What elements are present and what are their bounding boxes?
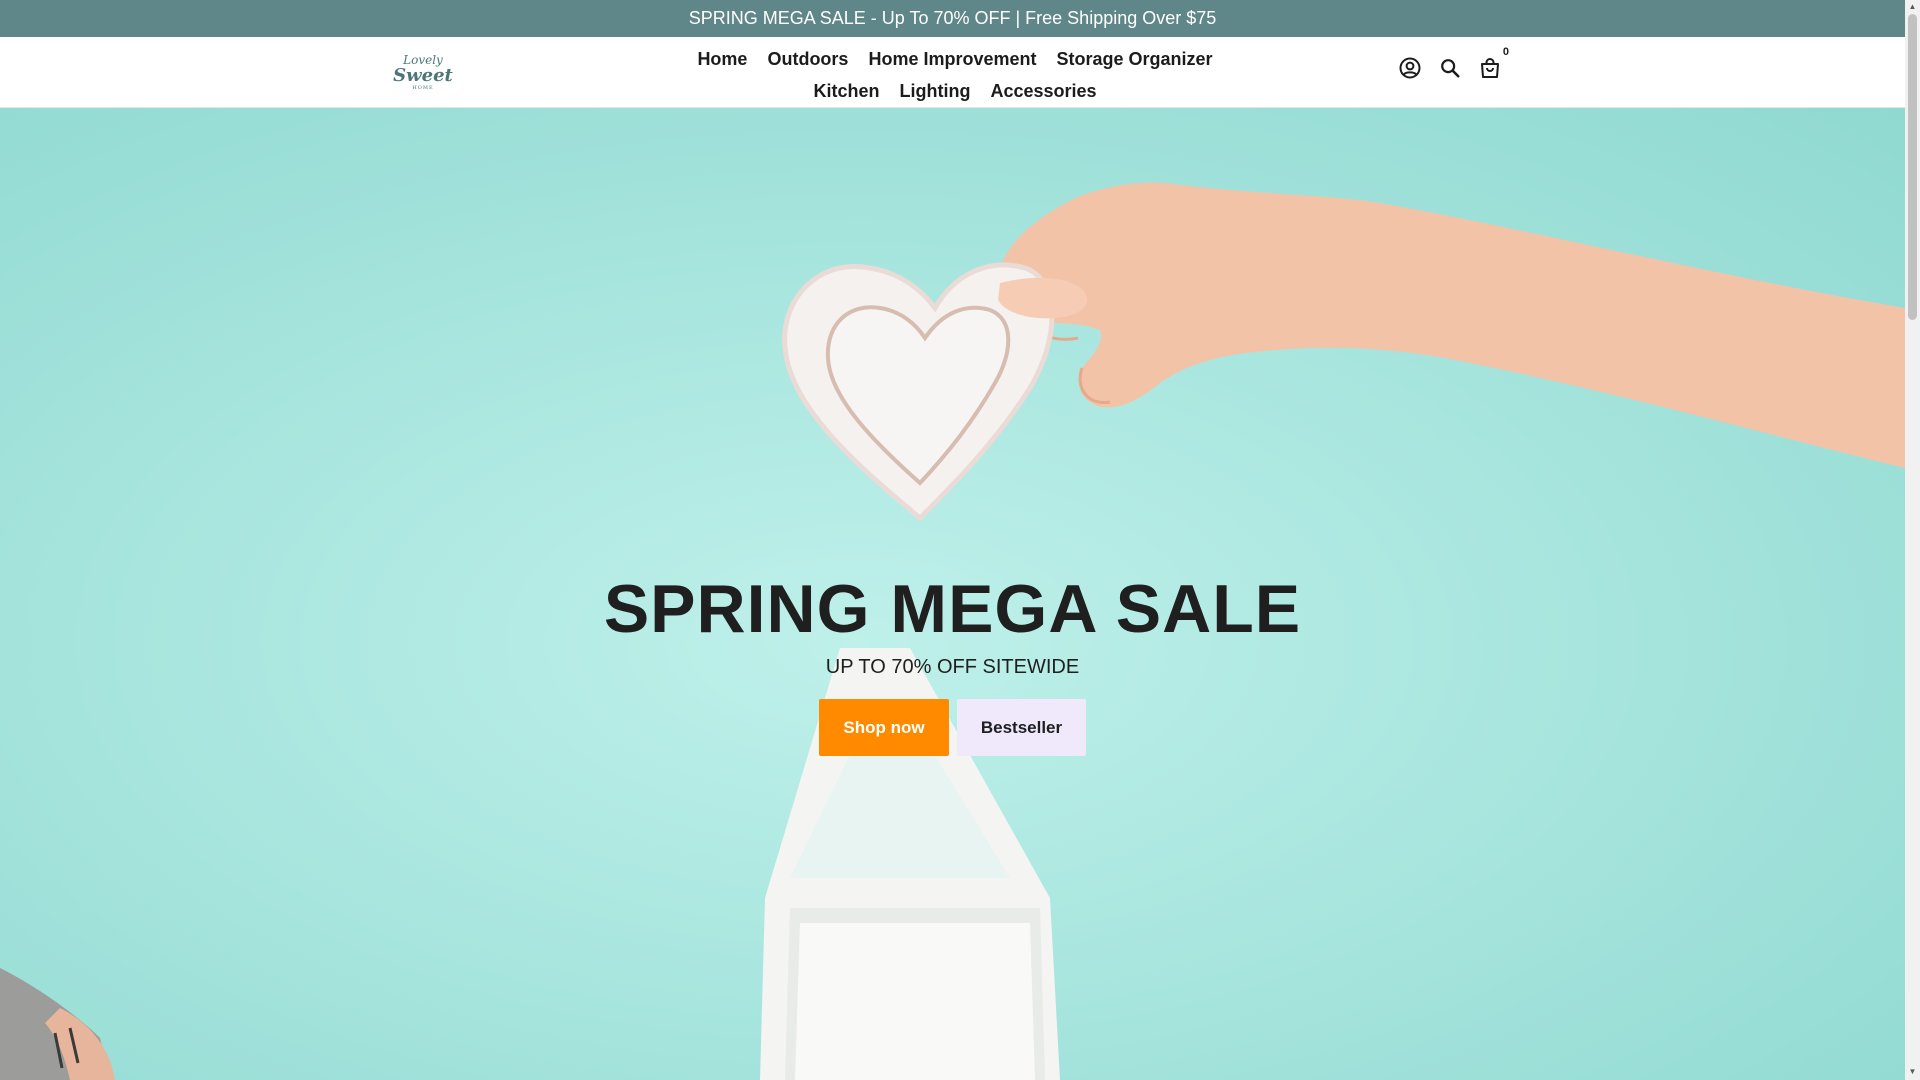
main-nav: Home Outdoors Home Improvement Storage O… xyxy=(620,43,1290,107)
hero-banner: SPRING MEGA SALE UP TO 70% OFF SITEWIDE … xyxy=(0,108,1905,1080)
scroll-down-icon[interactable]: ▼ xyxy=(1908,1067,1917,1077)
nav-row-2: Kitchen Lighting Accessories xyxy=(803,75,1106,107)
scrollbar-thumb[interactable] xyxy=(1908,14,1917,320)
page: SPRING MEGA SALE - Up To 70% OFF | Free … xyxy=(0,0,1920,1080)
nav-item-storage-organizer[interactable]: Storage Organizer xyxy=(1047,49,1223,70)
nav-item-kitchen[interactable]: Kitchen xyxy=(803,81,889,102)
header-icons: 0 xyxy=(1397,46,1509,81)
bestseller-button[interactable]: Bestseller xyxy=(957,699,1086,756)
search-icon[interactable] xyxy=(1437,55,1463,81)
nav-item-lighting[interactable]: Lighting xyxy=(889,81,980,102)
site-header: Lovely Sweet HOME Home Outdoors Home Imp… xyxy=(0,37,1905,108)
hero-subtitle: UP TO 70% OFF SITEWIDE xyxy=(825,656,1080,678)
logo-line-3: HOME xyxy=(412,84,434,91)
nav-item-home-improvement[interactable]: Home Improvement xyxy=(858,49,1046,70)
scroll-up-icon[interactable]: ▲ xyxy=(1908,2,1917,12)
nav-row-1: Home Outdoors Home Improvement Storage O… xyxy=(687,43,1222,75)
account-icon[interactable] xyxy=(1397,55,1423,81)
hero-buttons: Shop now Bestseller xyxy=(819,699,1086,756)
shop-now-button[interactable]: Shop now xyxy=(819,699,949,756)
page-scrollbar[interactable]: ▲ ▼ xyxy=(1905,0,1920,1080)
cart-icon[interactable]: 0 xyxy=(1477,46,1509,81)
nav-item-home[interactable]: Home xyxy=(687,49,757,70)
announcement-bar: SPRING MEGA SALE - Up To 70% OFF | Free … xyxy=(0,0,1905,37)
cart-count-badge: 0 xyxy=(1502,46,1509,58)
logo-line-1: Lovely xyxy=(403,52,443,67)
store-logo[interactable]: Lovely Sweet HOME xyxy=(390,47,456,97)
hero-title: SPRING MEGA SALE xyxy=(603,571,1302,647)
nav-item-accessories[interactable]: Accessories xyxy=(980,81,1106,102)
nav-item-outdoors[interactable]: Outdoors xyxy=(757,49,858,70)
announcement-text: SPRING MEGA SALE - Up To 70% OFF | Free … xyxy=(688,8,1217,28)
logo-line-2: Sweet xyxy=(393,64,453,86)
